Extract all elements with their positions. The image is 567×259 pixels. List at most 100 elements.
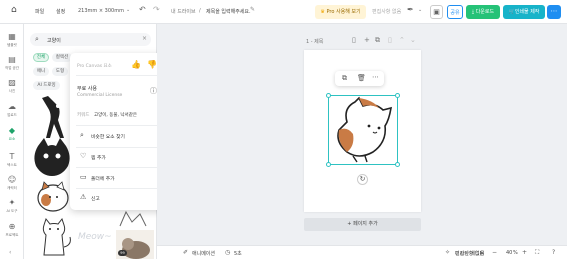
- pro-trial-button[interactable]: ♛ Pro 사용해 보기: [315, 5, 366, 19]
- menu-item-report[interactable]: ⚠ 신고: [70, 188, 166, 208]
- rail-item-character[interactable]: ☺ 캐릭터: [0, 175, 24, 195]
- share-button[interactable]: 공유: [447, 5, 463, 19]
- rotate-handle-icon[interactable]: ↻: [357, 174, 368, 185]
- left-rail: ▦ 템플릿 ▤ 작업 공간 ▨ 사진 ☁ 업로드 ◆ 요소 T 텍스트 ☺ 캐릭…: [0, 24, 24, 259]
- rail-item-template[interactable]: ▦ 템플릿: [0, 32, 24, 52]
- note-icon[interactable]: ▯: [352, 36, 356, 44]
- rail-item-ai-tools[interactable]: ✦ AI 도구: [0, 198, 24, 218]
- file-menu[interactable]: 파일: [35, 8, 44, 15]
- add-page-button[interactable]: + 페이지 추가: [304, 218, 421, 231]
- selected-cat-element[interactable]: [326, 93, 400, 167]
- menu-item-add-to-folder[interactable]: ▭ 폴더에 추가: [70, 168, 166, 188]
- page-label[interactable]: 1 - 제목: [306, 38, 323, 45]
- design-editor-label[interactable]: 디자인 에디터: [455, 250, 484, 257]
- black-cat-face-thumbnail[interactable]: [32, 136, 72, 176]
- more-icon[interactable]: ⋯: [372, 73, 379, 81]
- upload-icon: ☁: [8, 102, 16, 111]
- move-up-icon[interactable]: ⌃: [399, 36, 405, 44]
- menu-item-add-favorite[interactable]: ♡ 찜 추가: [70, 147, 166, 167]
- text-icon: T: [9, 152, 15, 161]
- move-down-icon[interactable]: ⌄: [410, 36, 416, 44]
- download-icon: ⤓: [471, 9, 475, 15]
- chip-shape[interactable]: 도형: [52, 67, 68, 76]
- license-title: 무료 사용: [77, 86, 97, 92]
- pencil-icon[interactable]: ✎: [250, 6, 255, 13]
- rail-item-projects[interactable]: ⊕ 프로젝트: [0, 222, 24, 242]
- resize-handle[interactable]: [326, 162, 331, 167]
- calico-cat-thumbnail[interactable]: [34, 176, 72, 214]
- fit-screen-icon[interactable]: ⛶: [535, 249, 539, 257]
- black-cat-thumbnail[interactable]: [34, 94, 70, 140]
- zoom-out-icon[interactable]: −: [492, 249, 497, 256]
- pen-tool-icon[interactable]: ✒: [407, 5, 414, 14]
- zoom-value[interactable]: 40: [506, 250, 512, 256]
- breadcrumb-drive[interactable]: 내 드라이브: [171, 8, 196, 15]
- duplicate-icon[interactable]: ⧉: [342, 74, 347, 83]
- zoom-unit: %: [513, 250, 518, 256]
- character-icon: ☺: [7, 175, 17, 184]
- print-order-button[interactable]: 🛒인쇄물 제작: [503, 5, 545, 19]
- chip-ai-drawing[interactable]: AI 드로잉: [33, 81, 60, 90]
- animation-icon[interactable]: ✐: [183, 249, 188, 256]
- timer-icon[interactable]: ◷: [225, 249, 230, 256]
- keywords-label: 키워드: [77, 113, 90, 118]
- rail-item-elements[interactable]: ◆ 요소: [0, 126, 24, 146]
- plan-label: Pro Canvas 요소: [77, 64, 112, 69]
- search-box[interactable]: ⌕ 고양이 ×: [30, 33, 151, 46]
- cat-sketch-thumbnail[interactable]: [116, 208, 154, 228]
- page-size-selector[interactable]: 213mm × 300mm: [78, 8, 124, 14]
- search-icon: ⌕: [80, 131, 84, 139]
- menu-item-find-similar[interactable]: ⌕ 비슷한 요소 찾기: [70, 126, 166, 146]
- chip-anime[interactable]: 애니: [33, 67, 49, 76]
- duplicate-icon[interactable]: ⧉: [375, 36, 380, 45]
- rail-item-photo[interactable]: ▨ 사진: [0, 78, 24, 98]
- rail-item-workspace[interactable]: ▤ 작업 공간: [0, 55, 24, 75]
- warning-icon: ⚠: [80, 193, 87, 201]
- element-context-menu: Pro Canvas 요소 👍 👎 무료 사용 Commercial Licen…: [70, 53, 166, 210]
- help-icon[interactable]: ?: [552, 249, 555, 256]
- plus-icon: +: [347, 221, 352, 227]
- search-input[interactable]: 고양이: [47, 37, 61, 44]
- dislike-icon[interactable]: 👎: [147, 60, 157, 69]
- save-icon[interactable]: ▣: [430, 5, 443, 19]
- save-status: 편집사항 없음: [372, 9, 402, 15]
- projects-icon: ⊕: [8, 222, 16, 231]
- photo-icon: ▨: [8, 78, 16, 87]
- workspace-icon: ▤: [8, 55, 16, 64]
- info-icon[interactable]: ⓘ: [150, 86, 157, 96]
- resize-handle[interactable]: [395, 93, 400, 98]
- ai-tools-icon: ✦: [8, 198, 16, 207]
- home-icon[interactable]: ⌂: [11, 5, 17, 15]
- trash-icon[interactable]: 🗑: [357, 74, 366, 82]
- chip-collection[interactable]: 컬렉션: [52, 53, 72, 62]
- meow-watermark-thumbnail[interactable]: Meow~: [78, 232, 112, 242]
- chevron-down-icon[interactable]: ⌄: [126, 7, 130, 13]
- chip-all[interactable]: 전체: [33, 53, 49, 62]
- design-editor-icon[interactable]: ✧: [445, 249, 450, 256]
- white-cat-sitting-thumbnail[interactable]: [32, 217, 74, 259]
- rail-item-text[interactable]: T 텍스트: [0, 152, 24, 172]
- more-menu-button[interactable]: ⋯: [547, 5, 561, 19]
- settings-menu[interactable]: 설정: [56, 8, 65, 15]
- crown-icon: ♛: [320, 9, 325, 15]
- collapse-chevron-icon[interactable]: ‹: [9, 249, 11, 256]
- folder-icon: ▭: [80, 173, 87, 181]
- rail-item-upload[interactable]: ☁ 업로드: [0, 102, 24, 122]
- hide-icon[interactable]: ▯: [388, 36, 392, 44]
- page-duration[interactable]: 5초: [234, 250, 242, 257]
- animation-button[interactable]: 애니메이션: [192, 250, 215, 257]
- keywords-value: 고양이, 동물, 낙서같은: [94, 113, 137, 118]
- zoom-in-icon[interactable]: +: [522, 249, 527, 256]
- bottom-bar: ✐ 애니메이션 ◷ 5초 ✧ 편집사항 없음 디자인 에디터 − 40 % + …: [157, 245, 567, 259]
- chevron-down-icon[interactable]: ⌄: [418, 7, 422, 13]
- clear-icon[interactable]: ×: [142, 35, 147, 42]
- add-icon[interactable]: +: [364, 36, 370, 44]
- download-button[interactable]: ⤓ 다운로드: [466, 5, 500, 19]
- resize-handle[interactable]: [395, 162, 400, 167]
- document-title[interactable]: 제목을 입력해주세요.: [206, 8, 251, 15]
- resize-handle[interactable]: [326, 93, 331, 98]
- undo-icon[interactable]: ↶: [139, 5, 146, 14]
- element-floating-toolbar: ⧉ 🗑 ⋯: [335, 71, 384, 86]
- redo-icon[interactable]: ↷: [153, 5, 160, 14]
- like-icon[interactable]: 👍: [131, 60, 141, 69]
